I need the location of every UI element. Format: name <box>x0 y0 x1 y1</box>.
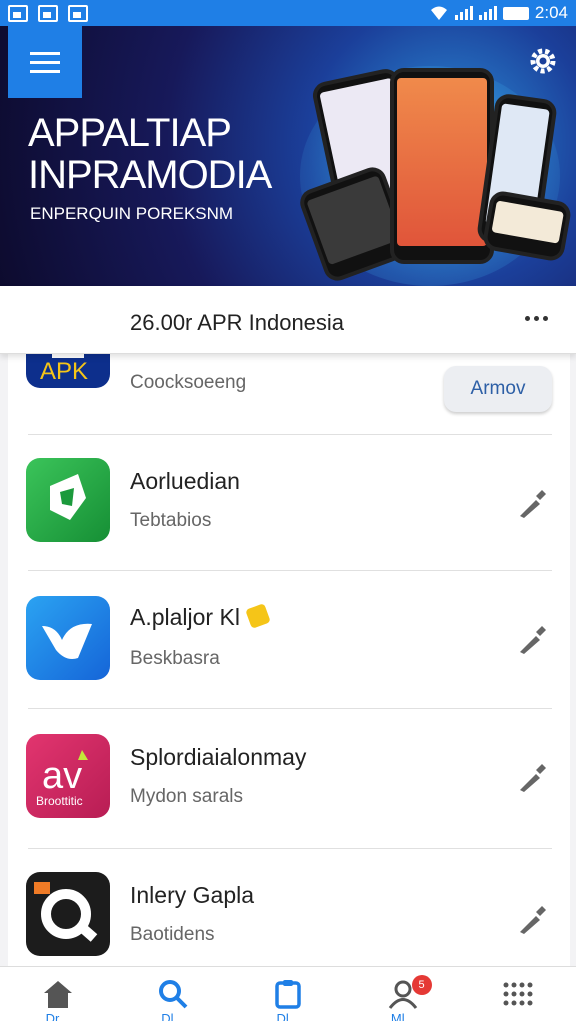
divider <box>28 570 552 571</box>
banner-title: APPALTIAP INPRAMODIA <box>28 111 272 197</box>
blue-bird-icon <box>26 596 110 680</box>
pink-icon-text: Broottitic <box>36 794 83 808</box>
status-time: 2:04 <box>534 3 568 22</box>
divider <box>28 708 552 709</box>
badge-sticker-icon <box>245 603 271 629</box>
more-options-icon[interactable] <box>525 316 548 321</box>
bottom-navigation: Dr... Dl... Dl... 5 Ml... <box>0 966 576 1024</box>
apk-icon-text: APK <box>40 358 89 385</box>
divider <box>28 848 552 849</box>
list-item[interactable]: av Broottitic Splordiaialonmay Mydon sar… <box>0 716 576 856</box>
list-item[interactable]: A.plaljor Kl Beskbasra <box>0 576 576 716</box>
item-subtitle: Tebtabios <box>130 510 212 531</box>
nav-home[interactable]: Dr... <box>0 967 115 1024</box>
list-item[interactable]: Aorluedian Tebtabios <box>0 436 576 576</box>
svg-text:av: av <box>42 755 82 797</box>
pink-av-icon: av Broottitic <box>26 734 110 818</box>
hero-banner: APPALTIAP INPRAMODIA ENPERQUIN POREKSNM <box>0 26 576 286</box>
nav-search[interactable]: Dl... <box>115 967 230 1024</box>
notification-badge: 5 <box>411 975 432 995</box>
divider <box>28 434 552 435</box>
install-button[interactable]: Armov <box>444 366 552 412</box>
banner-tagline: ENPERQUIN POREKSNM <box>30 204 234 223</box>
list-header-title: 26.00r APR Indonesia <box>130 310 345 335</box>
item-subtitle: Coocksoeeng <box>130 372 247 393</box>
signal-icon-2 <box>478 6 497 20</box>
wifi-icon <box>430 6 447 20</box>
wrench-icon[interactable] <box>516 902 550 936</box>
nav-more[interactable] <box>461 967 576 1024</box>
search-icon <box>158 980 188 1009</box>
battery-icon <box>502 6 529 20</box>
nav-label: Dl... <box>161 1011 185 1021</box>
green-leaf-icon <box>26 458 110 542</box>
more-grid-icon <box>503 982 533 1006</box>
clipboard-icon <box>275 980 301 1009</box>
settings-gear-icon[interactable] <box>528 46 558 76</box>
item-title: Aorluedian <box>130 468 240 494</box>
item-title: A.plaljor Kl <box>130 604 240 630</box>
home-icon <box>43 981 72 1008</box>
item-subtitle: Beskbasra <box>130 648 220 669</box>
nav-label: Dl... <box>276 1011 300 1021</box>
nav-label: Dr... <box>45 1011 70 1021</box>
message-notification-icon <box>68 4 88 22</box>
item-subtitle: Baotidens <box>130 924 215 945</box>
gallery-notification-icon <box>8 4 28 22</box>
search-q-icon <box>26 872 110 956</box>
item-title: Splordiaialonmay <box>130 744 307 770</box>
wrench-icon[interactable] <box>516 622 550 656</box>
status-bar: 2:04 <box>0 0 576 26</box>
signal-icon <box>454 6 473 20</box>
phone-notification-icon <box>38 4 58 22</box>
nav-profile[interactable]: 5 Ml... <box>346 967 461 1024</box>
item-subtitle: Mydon sarals <box>130 786 243 807</box>
list-header: 26.00r APR Indonesia <box>0 286 576 354</box>
wrench-icon[interactable] <box>516 760 550 794</box>
nav-clipboard[interactable]: Dl... <box>230 967 345 1024</box>
nav-label: Ml... <box>390 1011 416 1021</box>
menu-button[interactable] <box>8 26 82 98</box>
item-title: Inlery Gapla <box>130 882 255 908</box>
wrench-icon[interactable] <box>516 486 550 520</box>
